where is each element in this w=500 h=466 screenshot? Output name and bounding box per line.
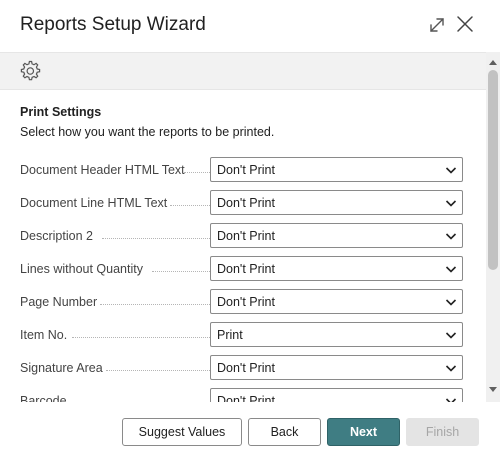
suggest-values-button[interactable]: Suggest Values: [122, 418, 242, 446]
chevron-down-icon: [445, 200, 457, 207]
dotted-leader: [106, 370, 210, 371]
field-row-document-line-html-text: Document Line HTML Text Don't Print: [20, 190, 464, 216]
field-row-lines-without-quantity: Lines without Quantity Don't Print: [20, 256, 464, 282]
field-row-item-no: Item No. Print: [20, 322, 464, 348]
chevron-down-icon: [445, 398, 457, 402]
dotted-leader: [102, 238, 210, 239]
wizard-content: Print Settings Select how you want the r…: [0, 90, 486, 402]
select-value: Don't Print: [217, 295, 275, 309]
back-button[interactable]: Back: [248, 418, 321, 446]
expand-icon: [430, 18, 444, 32]
chevron-down-icon: [445, 167, 457, 174]
section-title: Print Settings: [20, 105, 102, 119]
select-value: Print: [217, 328, 243, 342]
field-row-signature-area: Signature Area Don't Print: [20, 355, 464, 381]
dotted-leader: [72, 337, 210, 338]
lines-without-quantity-select[interactable]: Don't Print: [210, 256, 463, 281]
item-no-select[interactable]: Print: [210, 322, 463, 347]
field-label: Signature Area: [20, 361, 103, 375]
field-label: Lines without Quantity: [20, 262, 143, 276]
scroll-up-arrow-icon[interactable]: [486, 58, 500, 66]
dotted-leader: [100, 304, 210, 305]
barcode-select[interactable]: Don't Print: [210, 388, 463, 402]
select-value: Don't Print: [217, 196, 275, 210]
field-label: Item No.: [20, 328, 68, 342]
select-value: Don't Print: [217, 394, 275, 402]
chevron-down-icon: [445, 332, 457, 339]
dotted-leader: [170, 205, 210, 206]
gear-icon: [20, 60, 41, 81]
dialog-titlebar: Reports Setup Wizard: [0, 0, 500, 52]
dialog-toolbar: [0, 52, 486, 90]
settings-button[interactable]: [18, 59, 42, 83]
finish-button: Finish: [406, 418, 479, 446]
select-value: Don't Print: [217, 229, 275, 243]
close-icon: [457, 16, 473, 32]
dialog-title: Reports Setup Wizard: [20, 14, 206, 35]
field-label: Document Header HTML Text: [20, 163, 185, 177]
field-row-description-2: Description 2 Don't Print: [20, 223, 464, 249]
dotted-leader: [152, 271, 210, 272]
scroll-down-arrow-icon[interactable]: [486, 386, 500, 394]
field-label: Barcode: [20, 394, 67, 402]
close-button[interactable]: [454, 13, 476, 35]
section-description: Select how you want the reports to be pr…: [20, 125, 275, 139]
select-value: Don't Print: [217, 262, 275, 276]
field-label: Description 2: [20, 229, 93, 243]
select-value: Don't Print: [217, 361, 275, 375]
scrollbar-thumb[interactable]: [488, 70, 498, 270]
signature-area-select[interactable]: Don't Print: [210, 355, 463, 380]
chevron-down-icon: [445, 299, 457, 306]
document-line-html-text-select[interactable]: Don't Print: [210, 190, 463, 215]
select-value: Don't Print: [217, 163, 275, 177]
chevron-down-icon: [445, 233, 457, 240]
field-row-barcode: Barcode Don't Print: [20, 388, 464, 402]
reports-setup-wizard-dialog: Reports Setup Wizard Print Settings Sele…: [0, 0, 500, 466]
field-row-document-header-html-text: Document Header HTML Text Don't Print: [20, 157, 464, 183]
field-label: Page Number: [20, 295, 98, 309]
field-label: Document Line HTML Text: [20, 196, 168, 210]
chevron-down-icon: [445, 266, 457, 273]
document-header-html-text-select[interactable]: Don't Print: [210, 157, 463, 182]
description-2-select[interactable]: Don't Print: [210, 223, 463, 248]
chevron-down-icon: [445, 365, 457, 372]
dialog-footer: Suggest Values Back Next Finish: [0, 402, 500, 466]
next-button[interactable]: Next: [327, 418, 400, 446]
content-scrollbar[interactable]: [486, 52, 500, 402]
field-row-page-number: Page Number Don't Print: [20, 289, 464, 315]
expand-button[interactable]: [426, 14, 448, 36]
page-number-select[interactable]: Don't Print: [210, 289, 463, 314]
dotted-leader: [184, 172, 210, 173]
